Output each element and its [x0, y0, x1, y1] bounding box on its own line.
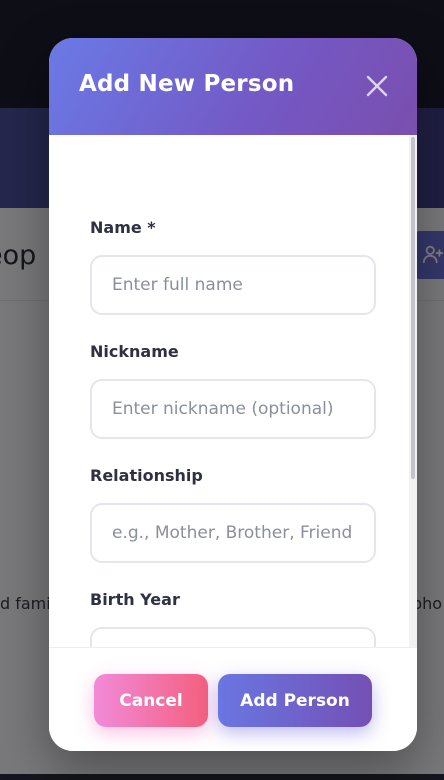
name-label: Name * [90, 218, 156, 237]
add-person-submit-button[interactable]: Add Person [218, 674, 372, 727]
close-icon [366, 75, 388, 97]
birth-year-input[interactable] [90, 627, 376, 647]
relationship-label: Relationship [90, 466, 203, 485]
modal-footer: Cancel Add Person [49, 647, 417, 751]
name-input[interactable] [90, 255, 376, 315]
birth-year-label: Birth Year [90, 590, 180, 609]
modal-title: Add New Person [79, 71, 295, 97]
relationship-input[interactable] [90, 503, 376, 563]
modal-header: Add New Person [49, 38, 417, 135]
modal-body: Name * Nickname Relationship Birth Year [49, 135, 417, 647]
add-person-modal: Add New Person Name * Nickname Relations… [49, 38, 417, 751]
nickname-label: Nickname [90, 342, 179, 361]
nickname-input[interactable] [90, 379, 376, 439]
cancel-button[interactable]: Cancel [94, 674, 208, 727]
scrollbar-thumb[interactable] [411, 137, 415, 479]
close-button[interactable] [363, 72, 391, 100]
